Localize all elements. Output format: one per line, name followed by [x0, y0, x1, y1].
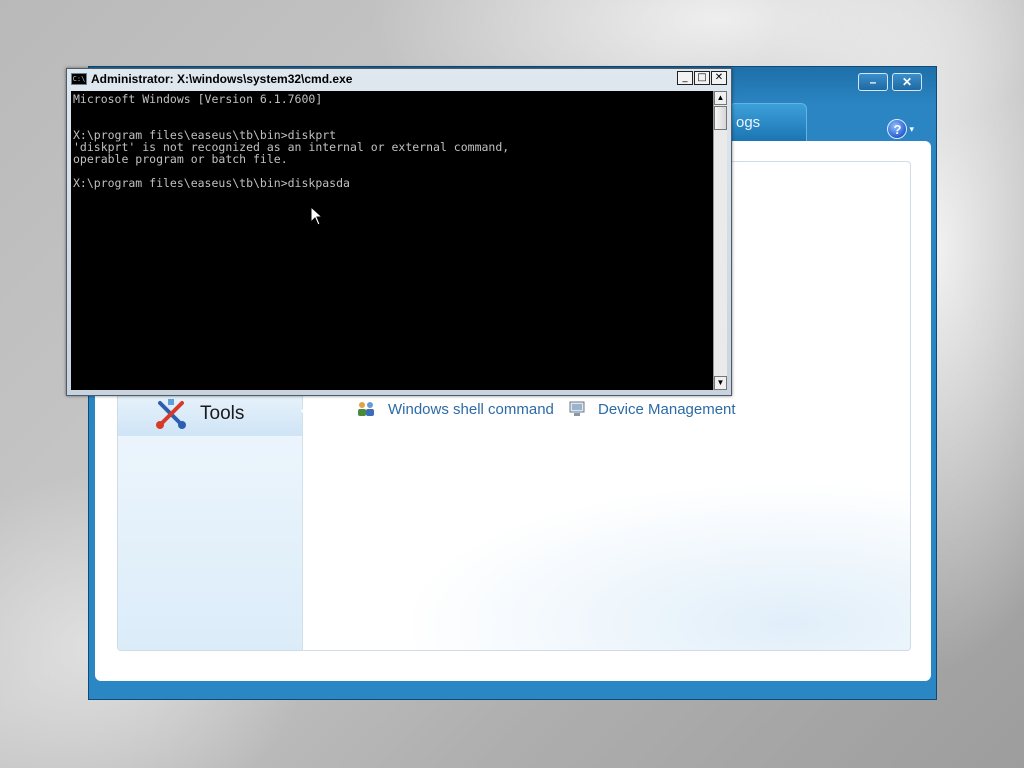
minimize-button[interactable]: –	[858, 73, 888, 91]
decorative-swoosh	[370, 470, 910, 650]
device-management-label: Device Management	[598, 400, 736, 418]
monitor-icon	[569, 401, 585, 416]
window-controls: – ✕	[858, 73, 922, 91]
cmd-maximize-button[interactable]: □	[694, 71, 710, 85]
console-line: X:\program files\easeus\tb\bin>diskpasda	[73, 176, 350, 190]
help-icon: ?	[887, 119, 908, 139]
windows-shell-command-label: Windows shell command	[388, 400, 554, 418]
cmd-icon: C:\	[71, 73, 87, 85]
scroll-up-button[interactable]: ▲	[714, 91, 727, 105]
tools-icon	[156, 399, 186, 429]
console-output[interactable]: Microsoft Windows [Version 6.1.7600] X:\…	[71, 91, 713, 390]
selection-pointer	[301, 403, 309, 419]
close-button[interactable]: ✕	[892, 73, 922, 91]
tab-logs-label: ogs	[736, 114, 761, 131]
cmd-title: Administrator: X:\windows\system32\cmd.e…	[91, 72, 353, 86]
help-button[interactable]: ? ▾	[887, 119, 914, 139]
console-line: Microsoft Windows [Version 6.1.7600]	[73, 92, 323, 106]
console-line: operable program or batch file.	[73, 152, 288, 166]
cmd-minimize-button[interactable]: _	[677, 71, 693, 85]
cmd-titlebar[interactable]: C:\ Administrator: X:\windows\system32\c…	[67, 69, 731, 89]
cmd-window-controls: _ □ ✕	[677, 71, 727, 85]
windows-shell-command-link[interactable]: Windows shell command	[356, 400, 554, 418]
scroll-down-button[interactable]: ▼	[714, 376, 727, 390]
cmd-window[interactable]: C:\ Administrator: X:\windows\system32\c…	[66, 68, 732, 396]
scroll-thumb[interactable]	[714, 106, 727, 130]
sidebar-item-label: Tools	[200, 403, 245, 424]
users-icon	[358, 402, 374, 416]
vertical-scrollbar[interactable]: ▲ ▼	[713, 91, 727, 390]
mouse-cursor-icon	[310, 206, 324, 226]
chevron-down-icon: ▾	[909, 123, 914, 134]
device-management-link[interactable]: Device Management	[568, 400, 736, 418]
sidebar-item-tools[interactable]: Tools	[118, 392, 302, 436]
cmd-close-button[interactable]: ✕	[711, 71, 727, 85]
tab-logs[interactable]: ogs	[729, 103, 807, 141]
